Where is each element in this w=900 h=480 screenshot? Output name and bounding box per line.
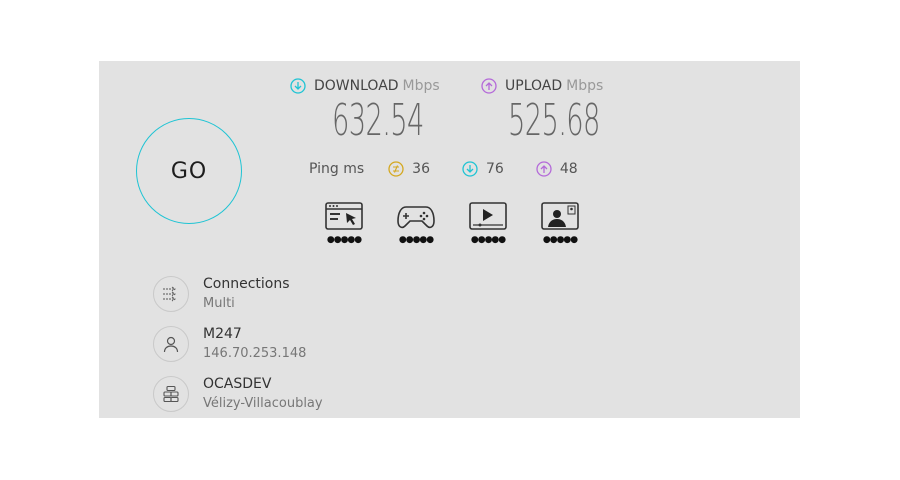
- server-location: Vélizy-Villacoublay: [203, 396, 323, 411]
- go-button[interactable]: GO: [136, 118, 242, 224]
- activity-web-browsing[interactable]: ●●●●●: [322, 201, 366, 245]
- download-unit: Mbps: [402, 78, 440, 94]
- web-browsing-rating: ●●●●●: [326, 235, 362, 245]
- ping-upload-value: 48: [559, 161, 578, 177]
- arrow-down-circle-icon: [290, 78, 306, 94]
- upload-label: UPLOAD: [505, 78, 563, 94]
- ping-download: 76: [462, 161, 504, 177]
- isp-ip: 146.70.253.148: [203, 346, 307, 361]
- server-row[interactable]: OCASDEV Vélizy-Villacoublay: [153, 374, 323, 414]
- go-label: GO: [170, 158, 208, 184]
- isp-name: M247: [203, 326, 242, 342]
- arrow-up-circle-icon: [536, 161, 552, 177]
- connections-row[interactable]: Connections Multi: [153, 274, 290, 314]
- ping-download-value: 76: [486, 161, 504, 177]
- arrow-up-circle-icon: [481, 78, 497, 94]
- activity-video-call[interactable]: ●●●●●: [538, 201, 582, 245]
- ping-label: Ping ms: [309, 161, 365, 177]
- connections-title: Connections: [203, 276, 290, 292]
- video-call-icon: [541, 202, 579, 230]
- upload-value: 525.68: [508, 95, 600, 146]
- ping-upload: 48: [536, 161, 578, 177]
- server-icon: [153, 376, 189, 412]
- user-icon: [153, 326, 189, 362]
- arrow-down-circle-icon: [462, 161, 478, 177]
- ping-idle-value: 36: [412, 161, 430, 177]
- video-streaming-icon: [469, 202, 507, 230]
- video-streaming-rating: ●●●●●: [470, 235, 506, 245]
- video-call-rating: ●●●●●: [542, 235, 578, 245]
- connections-icon: [153, 276, 189, 312]
- download-value: 632.54: [332, 95, 424, 146]
- ping-idle: 36: [388, 161, 430, 177]
- upload-header: UPLOAD Mbps: [481, 76, 603, 96]
- download-label: DOWNLOAD: [314, 78, 399, 94]
- speedtest-panel: GO DOWNLOAD Mbps 632.54 UPLOAD Mbps 525.…: [99, 61, 800, 418]
- gaming-icon: [397, 206, 435, 229]
- activity-gaming[interactable]: ●●●●●: [394, 201, 438, 245]
- isp-row[interactable]: M247 146.70.253.148: [153, 324, 306, 364]
- gaming-rating: ●●●●●: [398, 235, 434, 245]
- server-name: OCASDEV: [203, 376, 272, 392]
- jitter-icon: [388, 161, 404, 177]
- connections-value: Multi: [203, 296, 235, 311]
- upload-unit: Mbps: [566, 78, 604, 94]
- activity-video-streaming[interactable]: ●●●●●: [466, 201, 510, 245]
- ping-row: Ping ms 36 76 48: [309, 159, 578, 179]
- download-header: DOWNLOAD Mbps: [290, 76, 440, 96]
- web-browsing-icon: [325, 202, 363, 230]
